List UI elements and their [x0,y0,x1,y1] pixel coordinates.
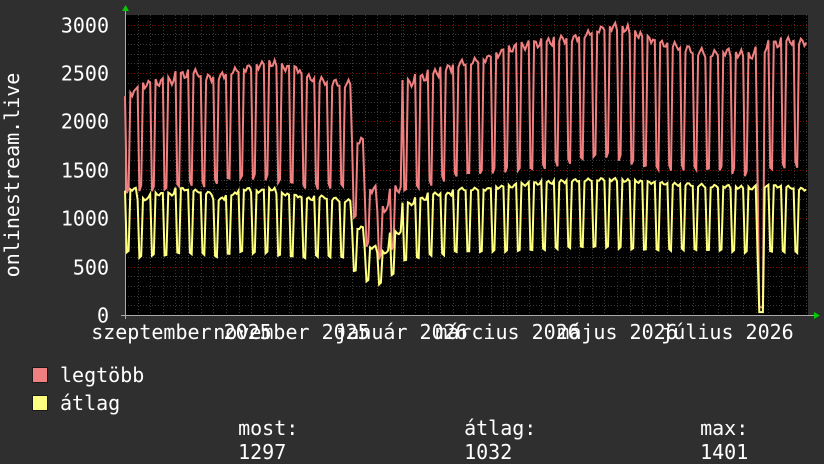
legend-label-atlag: átlag [60,391,121,415]
legend-swatch-atlag [32,395,48,411]
y-tick-label: 2000 [61,110,109,134]
y-tick-label: 3000 [61,14,109,38]
y-axis-arrow [122,5,129,11]
stat-atlag: átlag: 1032 [440,392,536,464]
y-tick-label: 1000 [61,207,109,231]
stat-atlag-label: átlag: [464,416,537,440]
legend-item-atlag: átlag [32,391,121,415]
stat-most: most: 1297 [214,392,298,464]
legend-swatch-legtobb [32,367,48,383]
stat-max-label: max: [700,416,749,440]
x-axis-arrow [814,312,820,319]
y-tick-label: 2500 [61,62,109,86]
legend-label-legtobb: legtöbb [60,363,145,387]
y-axis-label: onlinestream.live [0,73,24,278]
y-tick-label: 500 [73,256,109,280]
legend-item-legtobb: legtöbb [32,363,145,387]
stat-max: max: 1401 [676,392,748,464]
stat-atlag-value: 1032 [464,440,513,464]
stat-most-label: most: [238,416,299,440]
stat-max-value: 1401 [700,440,749,464]
x-tick-label: május 2026 [557,320,677,344]
x-tick-label: július 2026 [661,320,793,344]
stat-most-value: 1297 [238,440,287,464]
y-tick-label: 1500 [61,159,109,183]
